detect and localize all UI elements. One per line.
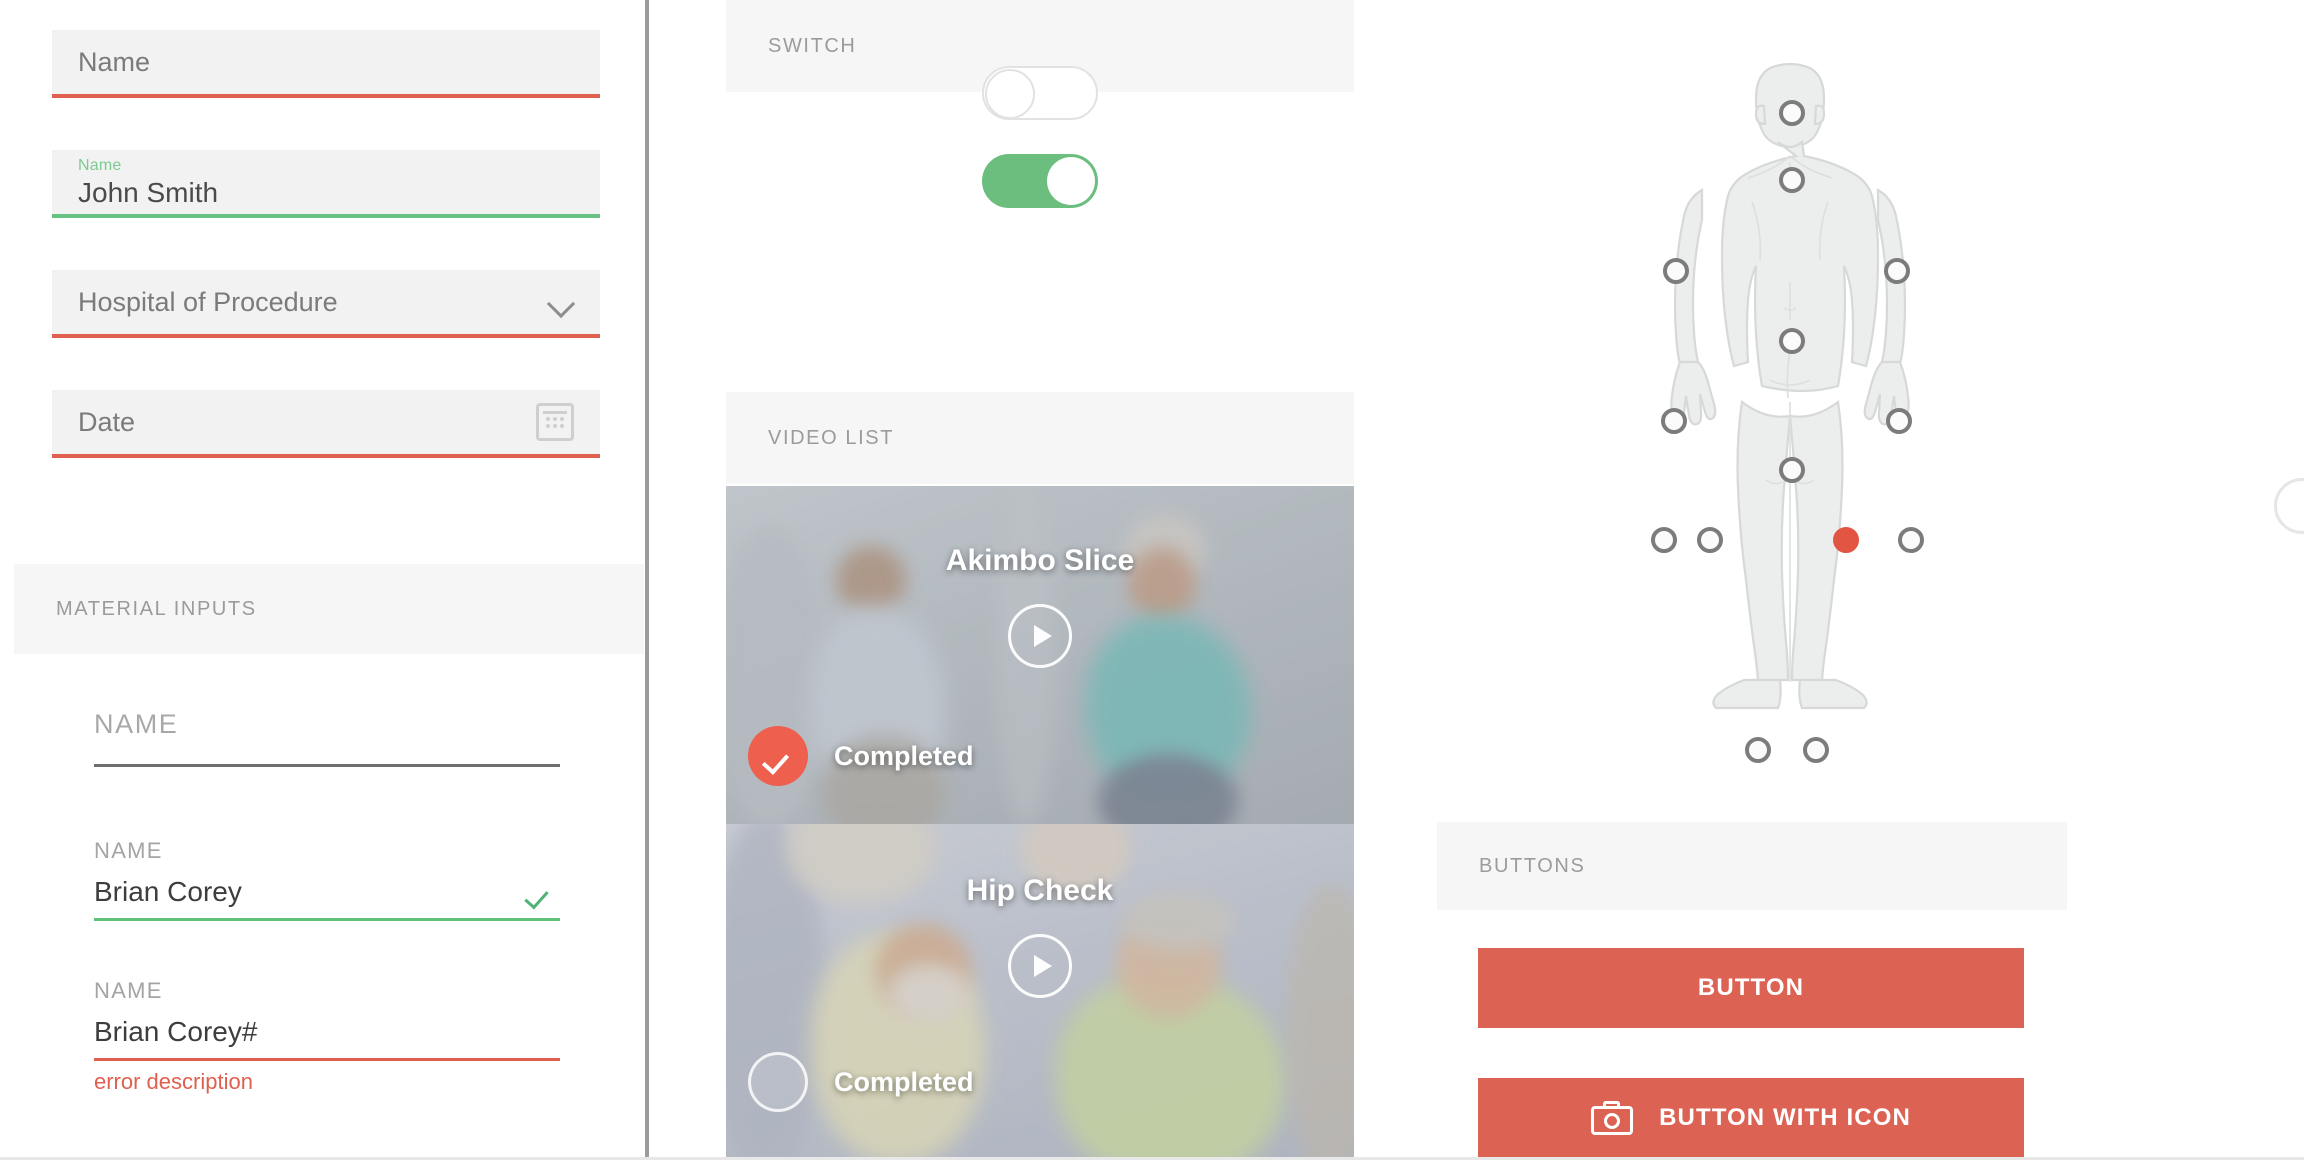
- check-circle-icon[interactable]: [748, 1052, 808, 1112]
- joint-wrist-left[interactable]: [1650, 527, 1677, 553]
- material-name-field-valid[interactable]: NAME Brian Corey: [94, 838, 560, 921]
- material-inputs-title: MATERIAL INPUTS: [56, 597, 257, 620]
- switch-title: SWITCH: [768, 34, 857, 57]
- joint-elbow-left[interactable]: [1661, 408, 1688, 434]
- primary-button-label: BUTTON: [1697, 974, 1805, 1001]
- left-column: Name Name John Smith Hospital of Procedu…: [0, 0, 645, 1160]
- edge-partial-circle: [2274, 478, 2304, 534]
- switch-group: [726, 66, 1354, 208]
- material-name-label-2: NAME: [94, 838, 163, 863]
- joint-chest[interactable]: [1778, 327, 1805, 354]
- patient-name-field[interactable]: Name John Smith: [52, 150, 600, 218]
- material-name-underline-1: [94, 764, 560, 767]
- video-list-title: VIDEO LIST: [768, 426, 895, 449]
- video-completed-row-2[interactable]: Completed: [748, 1052, 974, 1112]
- video-card-akimbo-slice[interactable]: Akimbo Slice Completed: [726, 486, 1354, 824]
- joint-face[interactable]: [1778, 167, 1805, 194]
- video-status-label-2: Completed: [834, 1066, 974, 1097]
- material-name-underline-3: [94, 1058, 560, 1061]
- video-title-1: Akimbo Slice: [945, 544, 1135, 577]
- check-icon: [528, 876, 560, 908]
- hospital-select-placeholder: Hospital of Procedure: [78, 286, 338, 317]
- video-title-2: Hip Check: [966, 874, 1114, 907]
- material-name-underline-2: [94, 918, 560, 921]
- material-name-label-1: NAME: [94, 709, 179, 739]
- joint-hand-left[interactable]: [1697, 527, 1724, 553]
- video-completed-row-1[interactable]: Completed: [748, 726, 974, 786]
- buttons-header: BUTTONS: [1437, 822, 2067, 910]
- play-icon[interactable]: [1008, 604, 1072, 668]
- joint-knee-left[interactable]: [1744, 737, 1771, 763]
- material-name-error-text: error description: [94, 1069, 253, 1094]
- button-with-icon-label: BUTTON WITH ICON: [1659, 1104, 1911, 1131]
- video-status-label-1: Completed: [834, 740, 974, 771]
- human-body-outline: [1670, 62, 1910, 710]
- patient-name-float-label: Name: [78, 156, 122, 174]
- date-field-placeholder: Date: [78, 406, 136, 437]
- buttons-title: BUTTONS: [1479, 854, 1586, 877]
- material-inputs-header: MATERIAL INPUTS: [14, 564, 644, 654]
- joint-wrist-right[interactable]: [1897, 527, 1924, 553]
- calendar-icon[interactable]: [536, 403, 574, 441]
- joint-head-top[interactable]: [1778, 100, 1805, 126]
- app-root: Name Name John Smith Hospital of Procedu…: [0, 0, 2304, 1160]
- camera-icon: [1591, 1101, 1634, 1135]
- material-name-value-3: Brian Corey#: [94, 1016, 258, 1047]
- name-field[interactable]: Name: [52, 30, 600, 98]
- name-field-placeholder: Name: [78, 46, 151, 77]
- joint-abdomen[interactable]: [1778, 457, 1805, 483]
- body-diagram[interactable]: [1620, 50, 1960, 868]
- hospital-of-procedure-select[interactable]: Hospital of Procedure: [52, 270, 600, 338]
- toggle-switch-on[interactable]: [982, 154, 1098, 208]
- check-circle-icon[interactable]: [748, 726, 808, 786]
- column-divider: [645, 0, 649, 1160]
- joint-shoulder-left[interactable]: [1663, 257, 1690, 284]
- video-thumbnail: Akimbo Slice Completed: [726, 486, 1354, 824]
- joint-knee-right[interactable]: [1802, 737, 1829, 763]
- joint-hip-right[interactable]: [1833, 527, 1860, 553]
- chevron-down-icon[interactable]: [548, 289, 574, 315]
- video-list-header: VIDEO LIST: [726, 392, 1354, 484]
- material-name-field-empty[interactable]: NAME: [94, 696, 560, 767]
- toggle-switch-off[interactable]: [982, 66, 1098, 120]
- date-field[interactable]: Date: [52, 390, 600, 458]
- video-thumbnail: Hip Check Completed: [726, 824, 1354, 1160]
- primary-button[interactable]: BUTTON: [1478, 948, 2024, 1028]
- video-card-hip-check[interactable]: Hip Check Completed: [726, 824, 1354, 1160]
- joint-elbow-right[interactable]: [1885, 408, 1912, 434]
- button-with-icon[interactable]: BUTTON WITH ICON: [1478, 1078, 2024, 1158]
- joint-shoulder-right[interactable]: [1884, 257, 1911, 284]
- patient-name-value: John Smith: [78, 177, 219, 209]
- material-name-label-3: NAME: [94, 978, 163, 1003]
- material-name-value-2: Brian Corey: [94, 876, 242, 907]
- play-icon[interactable]: [1008, 934, 1072, 998]
- material-name-field-error[interactable]: NAME Brian Corey# error description: [94, 978, 560, 1095]
